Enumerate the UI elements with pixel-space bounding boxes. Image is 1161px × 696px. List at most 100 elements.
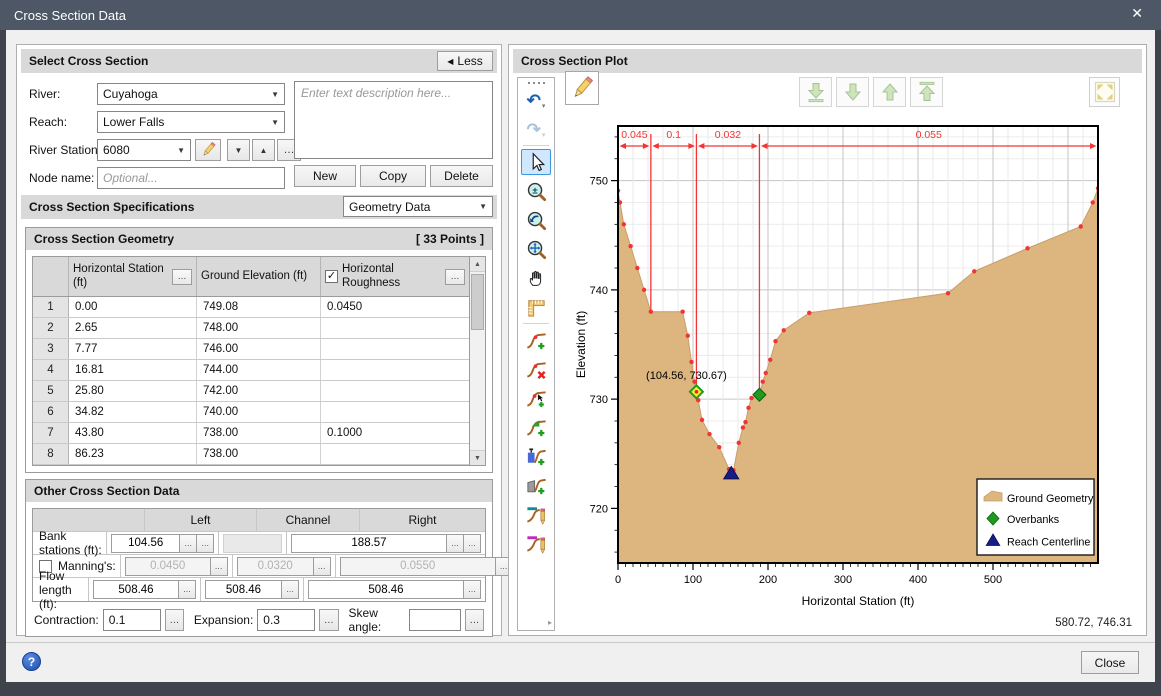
flow-right-input[interactable] (308, 580, 464, 599)
table-row[interactable]: 525.80742.00 (33, 381, 469, 402)
mannings-channel-input[interactable] (237, 557, 314, 576)
profile-point[interactable] (972, 269, 976, 273)
left-bank-more-button[interactable]: … (197, 534, 214, 553)
river-select[interactable]: Cuyahoga ▼ (97, 83, 285, 105)
flow-left-input[interactable] (93, 580, 179, 599)
scroll-down-button[interactable]: ▼ (470, 450, 485, 465)
scrollbar-thumb[interactable] (471, 274, 484, 330)
table-row[interactable]: 37.77746.00 (33, 339, 469, 360)
station-down-button[interactable]: ▼ (227, 139, 250, 161)
profile-point[interactable] (680, 310, 684, 314)
left-bank-pick-button[interactable]: … (180, 534, 197, 553)
profile-point[interactable] (628, 244, 632, 248)
measure-tool-button[interactable] (521, 294, 551, 320)
table-cell[interactable]: 16.81 (69, 360, 197, 380)
redo-button[interactable]: ↷ ▾ (521, 116, 551, 142)
table-cell[interactable]: 738.00 (197, 423, 321, 443)
add-ineffective-flow-tool-button[interactable] (521, 443, 551, 469)
title-bar[interactable]: Cross Section Data ✕ (0, 0, 1161, 30)
full-extent-button[interactable] (1089, 77, 1120, 107)
edit-bank-stations-tool-button[interactable] (521, 501, 551, 527)
profile-point[interactable] (717, 445, 721, 449)
geometry-table-scrollbar[interactable]: ▲ ▼ (469, 257, 485, 465)
skew-angle-input[interactable] (409, 609, 461, 631)
table-row[interactable]: 886.23738.00 (33, 444, 469, 465)
table-cell[interactable]: 86.23 (69, 444, 197, 464)
help-button[interactable]: ? (22, 652, 41, 671)
profile-point[interactable] (737, 441, 741, 445)
right-bank-more-button[interactable]: … (464, 534, 481, 553)
table-row[interactable]: 416.81744.00 (33, 360, 469, 381)
table-cell[interactable]: 0.0450 (321, 297, 469, 317)
profile-point[interactable] (700, 418, 704, 422)
zoom-in-out-tool-button[interactable]: ± (521, 178, 551, 204)
next-downstream-button[interactable] (836, 77, 869, 107)
table-cell[interactable]: 746.00 (197, 339, 321, 359)
edit-station-pencil-button[interactable] (195, 139, 221, 161)
profile-point[interactable] (946, 291, 950, 295)
zoom-previous-tool-button[interactable] (521, 207, 551, 233)
scrollbar-track[interactable] (470, 272, 485, 450)
window-close-icon[interactable]: ✕ (1131, 6, 1143, 20)
table-cell[interactable]: 2.65 (69, 318, 197, 338)
table-cell[interactable] (321, 381, 469, 401)
add-point-tool-button[interactable] (521, 327, 551, 353)
profile-point[interactable] (642, 288, 646, 292)
table-cell[interactable] (321, 402, 469, 422)
add-obstruction-tool-button[interactable] (521, 472, 551, 498)
description-textarea[interactable] (294, 81, 493, 159)
mannings-right-input[interactable] (340, 557, 496, 576)
table-cell[interactable]: 43.80 (69, 423, 197, 443)
move-point-tool-button[interactable] (521, 385, 551, 411)
jump-downstream-button[interactable] (799, 77, 832, 107)
delete-button[interactable]: Delete (430, 165, 493, 187)
profile-point[interactable] (761, 379, 765, 383)
specifications-mode-select[interactable]: Geometry Data ▼ (343, 196, 493, 217)
profile-point[interactable] (689, 360, 693, 364)
table-cell[interactable]: 749.08 (197, 297, 321, 317)
profile-point[interactable] (1079, 224, 1083, 228)
profile-point[interactable] (686, 334, 690, 338)
profile-point[interactable] (807, 311, 811, 315)
toolbar-collapse-icon[interactable]: ▸ (548, 618, 552, 627)
contraction-more-button[interactable]: … (165, 609, 184, 631)
roughness-checkbox[interactable]: ✓ (325, 270, 338, 283)
table-row[interactable]: 22.65748.00 (33, 318, 469, 339)
profile-point[interactable] (649, 310, 653, 314)
flow-channel-input[interactable] (205, 580, 282, 599)
table-cell[interactable]: 740.00 (197, 402, 321, 422)
table-row[interactable]: 634.82740.00 (33, 402, 469, 423)
station-up-button[interactable]: ▲ (252, 139, 275, 161)
edit-centerline-tool-button[interactable] (521, 530, 551, 556)
mannings-left-more-button[interactable]: … (211, 557, 228, 576)
profile-point[interactable] (746, 406, 750, 410)
profile-point[interactable] (768, 358, 772, 362)
roughness-column-more-button[interactable]: … (445, 269, 465, 285)
table-cell[interactable]: 34.82 (69, 402, 197, 422)
profile-point[interactable] (635, 266, 639, 270)
scroll-up-button[interactable]: ▲ (470, 257, 485, 272)
table-cell[interactable]: 748.00 (197, 318, 321, 338)
table-cell[interactable]: 25.80 (69, 381, 197, 401)
close-button[interactable]: Close (1081, 651, 1139, 674)
mannings-left-input[interactable] (125, 557, 211, 576)
table-cell[interactable]: 744.00 (197, 360, 321, 380)
table-row[interactable]: 743.80738.000.1000 (33, 423, 469, 444)
flow-channel-more-button[interactable]: … (282, 580, 299, 599)
table-cell[interactable] (321, 444, 469, 464)
table-cell[interactable] (321, 339, 469, 359)
less-button[interactable]: ◀ Less (437, 51, 493, 71)
table-cell[interactable]: 738.00 (197, 444, 321, 464)
profile-point[interactable] (1091, 200, 1095, 204)
profile-point[interactable] (773, 339, 777, 343)
delete-point-tool-button[interactable] (521, 356, 551, 382)
table-cell[interactable]: 742.00 (197, 381, 321, 401)
flow-left-more-button[interactable]: … (179, 580, 196, 599)
pointer-tool-button[interactable] (521, 149, 551, 175)
skew-more-button[interactable]: … (465, 609, 484, 631)
contraction-input[interactable] (103, 609, 161, 631)
table-row[interactable]: 10.00749.080.0450 (33, 297, 469, 318)
profile-point[interactable] (741, 425, 745, 429)
cross-section-plot[interactable]: 0.0450.10.0320.055(104.56, 730.67)010020… (573, 121, 1113, 611)
right-bank-input[interactable] (291, 534, 447, 553)
